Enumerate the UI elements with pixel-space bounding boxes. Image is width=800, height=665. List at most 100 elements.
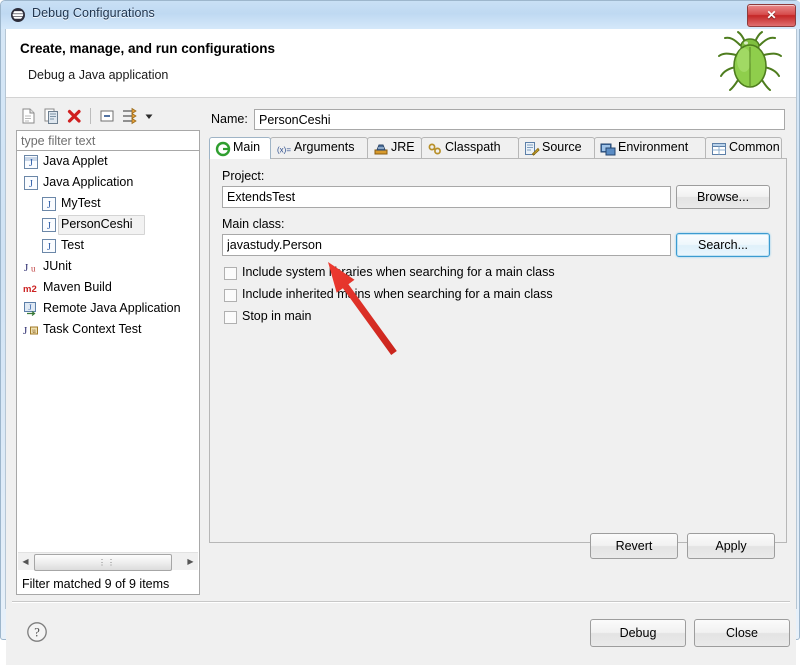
delete-red-x-icon[interactable] bbox=[64, 106, 85, 126]
tab-environment[interactable]: Environment bbox=[594, 137, 706, 159]
tab-jre[interactable]: JRE bbox=[367, 137, 422, 159]
tab-classpath[interactable]: Classpath bbox=[421, 137, 519, 159]
scrollbar-grip: ⋮⋮ bbox=[98, 558, 116, 567]
tab-label: JRE bbox=[391, 140, 415, 154]
tab-source[interactable]: Source bbox=[518, 137, 595, 159]
tree-item[interactable]: Ju JUnit bbox=[17, 256, 199, 277]
tree-item[interactable]: J Test bbox=[17, 235, 199, 256]
browse-button[interactable]: Browse... bbox=[676, 185, 770, 209]
checkbox-box[interactable] bbox=[224, 267, 237, 280]
search-button[interactable]: Search... bbox=[676, 233, 770, 257]
svg-text:?: ? bbox=[34, 626, 40, 640]
new-document-icon[interactable] bbox=[18, 106, 39, 126]
revert-button[interactable]: Revert bbox=[590, 533, 678, 559]
svg-text:u: u bbox=[32, 327, 36, 335]
close-icon: ✕ bbox=[766, 8, 777, 22]
tree-toolbar bbox=[16, 103, 200, 129]
main-class-input[interactable] bbox=[222, 234, 671, 256]
scroll-left-arrow[interactable]: ◀ bbox=[18, 553, 33, 570]
tab-main[interactable]: Main bbox=[209, 137, 271, 159]
svg-text:J: J bbox=[28, 303, 31, 312]
debug-button[interactable]: Debug bbox=[590, 619, 686, 647]
environment-icon bbox=[600, 141, 616, 157]
svg-text:J: J bbox=[24, 262, 29, 274]
page-title: Create, manage, and run configurations bbox=[20, 41, 276, 56]
eclipse-icon bbox=[10, 7, 26, 23]
checkbox-label: Include inherited mains when searching f… bbox=[242, 287, 553, 301]
main-green-circle-icon bbox=[215, 141, 231, 157]
checkbox-label: Stop in main bbox=[242, 309, 312, 323]
filter-status-text: Filter matched 9 of 9 items bbox=[22, 577, 170, 591]
jre-icon bbox=[373, 141, 389, 157]
configuration-editor: Name: Main (x)=Arguments JRE Classpath Sourc… bbox=[209, 103, 787, 595]
checkbox-box[interactable] bbox=[224, 311, 237, 324]
chevron-down-icon[interactable] bbox=[142, 106, 156, 126]
tree-item[interactable]: J MyTest bbox=[17, 193, 199, 214]
dialog-header: Create, manage, and run configurations D… bbox=[6, 29, 796, 98]
tree-item[interactable]: J Remote Java Application bbox=[17, 298, 199, 319]
checkbox-label: Include system libraries when searching … bbox=[242, 265, 555, 279]
tree-item[interactable]: m2 Maven Build bbox=[17, 277, 199, 298]
java-launch-icon: J bbox=[41, 217, 57, 233]
arguments-icon: (x)= bbox=[276, 141, 292, 157]
scrollbar-thumb[interactable]: ⋮⋮ bbox=[34, 554, 172, 571]
project-label: Project: bbox=[222, 169, 265, 183]
tree-item[interactable]: Ju Task Context Test bbox=[17, 319, 199, 340]
copy-icon[interactable] bbox=[41, 106, 62, 126]
checkbox-box[interactable] bbox=[224, 289, 237, 302]
tree-item-label: Maven Build bbox=[43, 280, 112, 294]
tree-item-label: Java Applet bbox=[43, 154, 108, 168]
svg-text:J: J bbox=[47, 242, 51, 253]
configurations-panel: J Java Applet J Java Application J MyTest J Per… bbox=[16, 103, 200, 595]
tree-item-label: Test bbox=[61, 238, 84, 252]
collapse-all-icon[interactable] bbox=[97, 106, 118, 126]
dialog-footer: ? Debug Close bbox=[6, 603, 796, 665]
main-class-label: Main class: bbox=[222, 217, 285, 231]
tree-item-label: JUnit bbox=[43, 259, 72, 273]
tree-item[interactable]: J Java Applet bbox=[17, 151, 199, 172]
apply-button[interactable]: Apply bbox=[687, 533, 775, 559]
svg-text:(x)=: (x)= bbox=[277, 146, 291, 155]
tab-common[interactable]: Common bbox=[705, 137, 782, 159]
dialog-body: Create, manage, and run configurations D… bbox=[5, 29, 797, 665]
tree-item-label: Remote Java Application bbox=[43, 301, 181, 315]
tree-item[interactable]: J Java Application bbox=[17, 172, 199, 193]
tab-label: Arguments bbox=[294, 140, 355, 154]
configuration-name-input[interactable] bbox=[254, 109, 785, 130]
apply-revert-strip: Revert Apply bbox=[209, 529, 787, 569]
configurations-tree[interactable]: J Java Applet J Java Application J MyTest J Per… bbox=[16, 151, 200, 595]
tree-item-label: MyTest bbox=[61, 196, 101, 210]
svg-text:J: J bbox=[29, 158, 33, 169]
filter-input[interactable] bbox=[16, 130, 200, 151]
project-input[interactable] bbox=[222, 186, 671, 208]
filter-icon[interactable] bbox=[120, 106, 141, 126]
junit-icon: Ju bbox=[23, 259, 39, 275]
tree-item-label: PersonCeshi bbox=[61, 217, 133, 231]
svg-text:J: J bbox=[29, 179, 33, 190]
toolbar-separator bbox=[90, 108, 91, 124]
name-row: Name: bbox=[209, 109, 787, 131]
tab-arguments[interactable]: (x)= Arguments bbox=[270, 137, 368, 159]
svg-text:m2: m2 bbox=[23, 284, 37, 295]
java-application-icon: J bbox=[23, 175, 39, 191]
tab-label: Environment bbox=[618, 140, 689, 154]
java-launch-icon: J bbox=[41, 196, 57, 212]
scroll-right-arrow[interactable]: ▶ bbox=[183, 553, 198, 570]
tree-item[interactable]: J PersonCeshi bbox=[17, 214, 199, 235]
remote-java-icon: J bbox=[23, 301, 39, 317]
main-tab-panel: Project: Browse... Main class: Search...… bbox=[209, 158, 787, 543]
java-applet-icon: J bbox=[23, 154, 39, 170]
svg-text:J: J bbox=[47, 221, 51, 232]
window-close-button[interactable]: ✕ bbox=[747, 4, 796, 27]
name-label: Name: bbox=[211, 112, 248, 126]
maven-icon: m2 bbox=[23, 280, 39, 296]
green-bug-icon bbox=[712, 29, 788, 97]
dialog-close-button[interactable]: Close bbox=[694, 619, 790, 647]
title-bar: Debug Configurations ✕ bbox=[1, 1, 800, 29]
debug-configurations-dialog: Debug Configurations ✕ Create, manage, a… bbox=[0, 0, 800, 665]
tree-horizontal-scrollbar[interactable]: ◀ ⋮⋮ ▶ bbox=[18, 552, 198, 571]
window-title: Debug Configurations bbox=[32, 6, 155, 20]
classpath-icon bbox=[427, 141, 443, 157]
tree-list: J Java Applet J Java Application J MyTest J Per… bbox=[17, 151, 199, 545]
svg-text:u: u bbox=[31, 264, 36, 274]
